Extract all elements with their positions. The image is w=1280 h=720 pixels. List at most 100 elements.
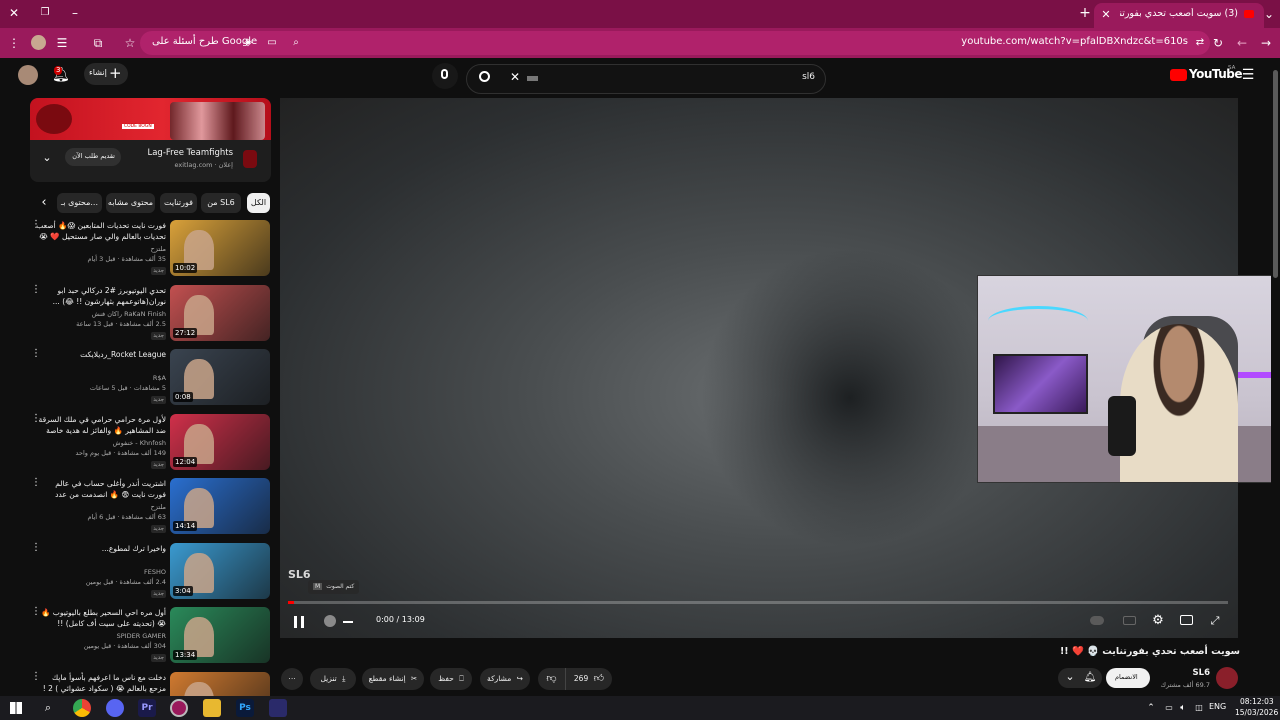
video-channel[interactable]: FESHO — [36, 567, 166, 577]
video-thumbnail[interactable] — [170, 671, 270, 696]
join-button[interactable]: الانضمام — [1106, 668, 1150, 688]
chip-from-channel[interactable]: من SL6 — [201, 193, 241, 213]
volume-slider[interactable] — [343, 621, 353, 623]
video-thumbnail[interactable]: 0:08 — [170, 349, 270, 405]
notification-icon[interactable]: ◫ — [1190, 699, 1208, 717]
system-tray-chevron-icon[interactable]: ⌃ — [1142, 699, 1160, 717]
voice-search-button[interactable] — [432, 63, 458, 89]
chip-fortnite[interactable]: فورتنايت — [160, 193, 197, 213]
save-button[interactable]: حفظ ⎕ — [430, 668, 472, 690]
google-lens-icon[interactable]: ◈ — [240, 36, 256, 50]
search-icon[interactable] — [479, 71, 490, 82]
clear-search-icon[interactable]: ✕ — [510, 70, 520, 84]
page-scrollbar[interactable] — [1271, 58, 1280, 696]
video-thumbnail[interactable]: 27:12 — [170, 284, 270, 341]
hamburger-menu-icon[interactable]: ☰ — [1240, 68, 1256, 82]
reading-list-icon[interactable]: ☰ — [54, 36, 70, 50]
ad-card[interactable]: CODE 8OGN Lag-Free Teamfights إعلان · ex… — [30, 98, 271, 182]
more-options-icon[interactable]: ⋮ — [31, 413, 41, 424]
pause-icon[interactable] — [294, 616, 304, 628]
file-explorer-icon[interactable] — [203, 699, 221, 717]
chevron-down-icon[interactable]: ⌄ — [39, 151, 55, 165]
star-icon[interactable]: ☆ — [122, 36, 138, 50]
chip-more[interactable]: محتوى بـ... — [57, 193, 102, 213]
video-title[interactable]: لأول مرة حرامي حرامي في ملك السرقة ضد ال… — [36, 414, 166, 436]
video-channel[interactable]: ملتزح — [36, 244, 166, 254]
more-options-icon[interactable]: ⋮ — [31, 542, 41, 553]
search-icon[interactable]: ⌕ — [39, 699, 57, 717]
profile-avatar[interactable] — [31, 35, 46, 50]
chrome-icon[interactable] — [73, 699, 91, 717]
related-video-item[interactable]: 3:04 واخيرا ترك لمطوع... FESHO 2.4 ألف مشاه… — [30, 542, 274, 603]
reload-icon[interactable]: ↻ — [1210, 36, 1226, 50]
video-channel[interactable]: RaKaN Finish راكان فنش — [36, 309, 166, 319]
video-channel[interactable]: R$A — [36, 373, 166, 383]
video-title[interactable]: واخيرا ترك لمطوع... — [36, 543, 166, 565]
settings-gear-icon[interactable]: ⚙ — [1150, 614, 1166, 628]
more-actions-button[interactable]: ⋯ — [281, 668, 303, 690]
related-video-item[interactable]: 13:34 أول مره احي السحير بطلع باليوتيوب 🔥… — [30, 607, 274, 667]
close-tab-icon[interactable]: ✕ — [1098, 8, 1114, 22]
video-thumbnail[interactable]: 14:14 — [170, 478, 270, 534]
video-channel[interactable]: SPIDER GAMER — [36, 631, 166, 641]
chip-all[interactable]: الكل — [247, 193, 270, 213]
video-title[interactable]: Rocket League_رديلايكت — [36, 349, 166, 371]
close-window-icon[interactable]: ✕ — [6, 6, 22, 20]
video-channel[interactable]: ملتزح — [36, 502, 166, 512]
keyboard-language[interactable]: ENG — [1209, 702, 1226, 711]
video-channel[interactable]: Khnfosh - خنفوش — [36, 438, 166, 448]
related-video-item[interactable]: 0:08 Rocket League_رديلايكت R$A 5 مشاهدات ·… — [30, 349, 274, 409]
video-title[interactable]: فورت نايت تحديات المتابعين 😱🔥 أصعب تحديا… — [36, 220, 166, 242]
related-video-item[interactable]: 27:12 تحدي اليوتيوبرز #2 دركالي حبد ابو ن… — [30, 284, 274, 345]
search-box[interactable]: ✕ sl6 — [466, 64, 826, 94]
download-button[interactable]: تنزيل ⤓ — [310, 668, 356, 690]
video-title[interactable]: دخلت مع ناس ما اعرفهم بأسوأ ماپك مزحع با… — [36, 672, 166, 694]
chrome-profile-icon[interactable] — [170, 699, 188, 717]
scrollbar-thumb[interactable] — [1273, 70, 1278, 278]
related-video-item[interactable]: 12:04 لأول مرة حرامي حرامي في ملك السرقة … — [30, 413, 274, 474]
miniplayer-icon[interactable] — [1180, 615, 1193, 625]
premiere-icon[interactable]: Pr — [138, 699, 156, 717]
subtitles-icon[interactable] — [1123, 616, 1136, 625]
video-thumbnail[interactable]: 13:34 — [170, 607, 270, 663]
fullscreen-icon[interactable]: ⤢ — [1207, 614, 1223, 628]
video-thumbnail[interactable]: 10:02 — [170, 220, 270, 276]
site-settings-icon[interactable]: ⇄ — [1192, 36, 1208, 50]
chips-scroll-left-icon[interactable]: ‹ — [36, 196, 52, 210]
minimize-window-icon[interactable]: – — [67, 6, 83, 20]
progress-bar[interactable] — [288, 601, 1228, 604]
ad-banner-image[interactable]: CODE 8OGN — [30, 98, 271, 140]
more-options-icon[interactable]: ⋮ — [31, 349, 41, 359]
video-title[interactable]: أول مره احي السحير بطلع باليوتيوب 🔥 😭 (ت… — [36, 607, 166, 629]
zoom-icon[interactable]: ⌕ — [288, 36, 304, 50]
search-input[interactable]: sl6 — [802, 72, 815, 82]
ad-cta-button[interactable]: تقديم طلب الآن — [65, 148, 121, 166]
create-button[interactable]: إنشاء + — [84, 63, 128, 85]
video-title[interactable]: تحدي اليوتيوبرز #2 دركالي حبد ابو نوران(… — [36, 285, 166, 307]
volume-icon[interactable] — [324, 615, 336, 627]
subscribed-button[interactable]: ⌄ 🔔︎ — [1058, 668, 1102, 688]
channel-name[interactable]: SL6 — [1193, 668, 1210, 678]
video-thumbnail[interactable]: 12:04 — [170, 413, 270, 470]
related-video-item[interactable]: 10:02 فورت نايت تحديات المتابعين 😱🔥 أصعب … — [30, 220, 274, 280]
discord-icon[interactable] — [106, 699, 124, 717]
more-options-icon[interactable]: ⋮ — [31, 220, 41, 230]
video-thumbnail[interactable]: 3:04 — [170, 542, 270, 599]
clock-date[interactable]: 15/03/2026 — [1235, 708, 1278, 717]
menu-dots-icon[interactable]: ⋮ — [6, 36, 22, 50]
video-title[interactable]: اشتريت أندر وأغلى حساب في عالم فورت نايت… — [36, 478, 166, 500]
new-tab-icon[interactable]: + — [1077, 6, 1093, 20]
omnibox[interactable]: ☆ طرح أسئلة على Google ◈ ▭ ⌕ youtube.com… — [125, 31, 1210, 55]
share-button[interactable]: مشاركة ↪ — [480, 668, 530, 690]
more-options-icon[interactable]: ⋮ — [31, 284, 41, 295]
chip-related[interactable]: محتوى مشابه — [106, 193, 155, 213]
photoshop-icon[interactable]: Ps — [236, 699, 254, 717]
restore-window-icon[interactable]: ❐ — [37, 6, 53, 20]
like-button[interactable]: 269 👍︎ — [566, 668, 612, 690]
back-icon[interactable]: → — [1258, 36, 1274, 50]
account-avatar[interactable] — [18, 65, 38, 85]
cast-icon[interactable]: ▭ — [264, 36, 280, 50]
extensions-icon[interactable]: ⧉ — [90, 36, 106, 50]
keyboard-icon[interactable] — [527, 76, 538, 81]
browser-tab-active[interactable]: (3) سويت أصعب تحدي بفورتنايت ✕ — [1094, 3, 1264, 28]
